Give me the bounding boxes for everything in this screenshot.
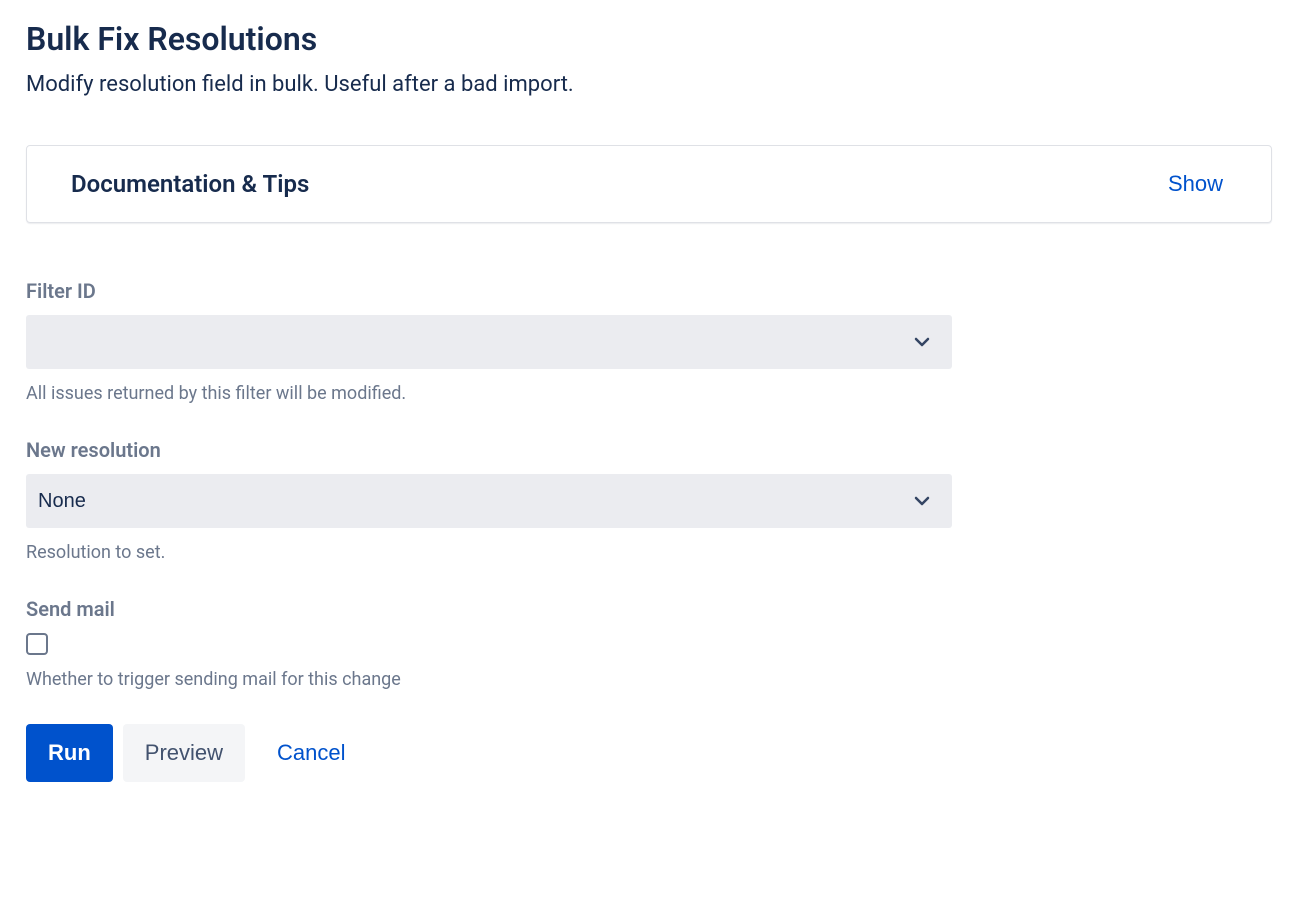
- page-title: Bulk Fix Resolutions: [26, 20, 1272, 58]
- send-mail-label: Send mail: [26, 597, 952, 621]
- action-button-row: Run Preview Cancel: [26, 724, 952, 782]
- new-resolution-select-wrap: None: [26, 474, 952, 528]
- filter-id-help: All issues returned by this filter will …: [26, 383, 952, 404]
- page-subtitle: Modify resolution field in bulk. Useful …: [26, 72, 1272, 97]
- cancel-button[interactable]: Cancel: [255, 724, 367, 782]
- filter-id-select[interactable]: [26, 315, 952, 369]
- filter-id-select-wrap: [26, 315, 952, 369]
- documentation-panel: Documentation & Tips Show: [26, 145, 1272, 223]
- send-mail-help: Whether to trigger sending mail for this…: [26, 669, 952, 690]
- new-resolution-help: Resolution to set.: [26, 542, 952, 563]
- new-resolution-group: New resolution None Resolution to set.: [26, 438, 952, 563]
- preview-button[interactable]: Preview: [123, 724, 245, 782]
- new-resolution-label: New resolution: [26, 438, 952, 462]
- documentation-toggle-button[interactable]: Show: [1168, 171, 1223, 197]
- new-resolution-select[interactable]: None: [26, 474, 952, 528]
- bulk-fix-form: Filter ID All issues returned by this fi…: [26, 279, 952, 782]
- filter-id-label: Filter ID: [26, 279, 952, 303]
- send-mail-checkbox[interactable]: [26, 633, 48, 655]
- filter-id-group: Filter ID All issues returned by this fi…: [26, 279, 952, 404]
- documentation-panel-title: Documentation & Tips: [71, 170, 309, 198]
- run-button[interactable]: Run: [26, 724, 113, 782]
- send-mail-group: Send mail Whether to trigger sending mai…: [26, 597, 952, 690]
